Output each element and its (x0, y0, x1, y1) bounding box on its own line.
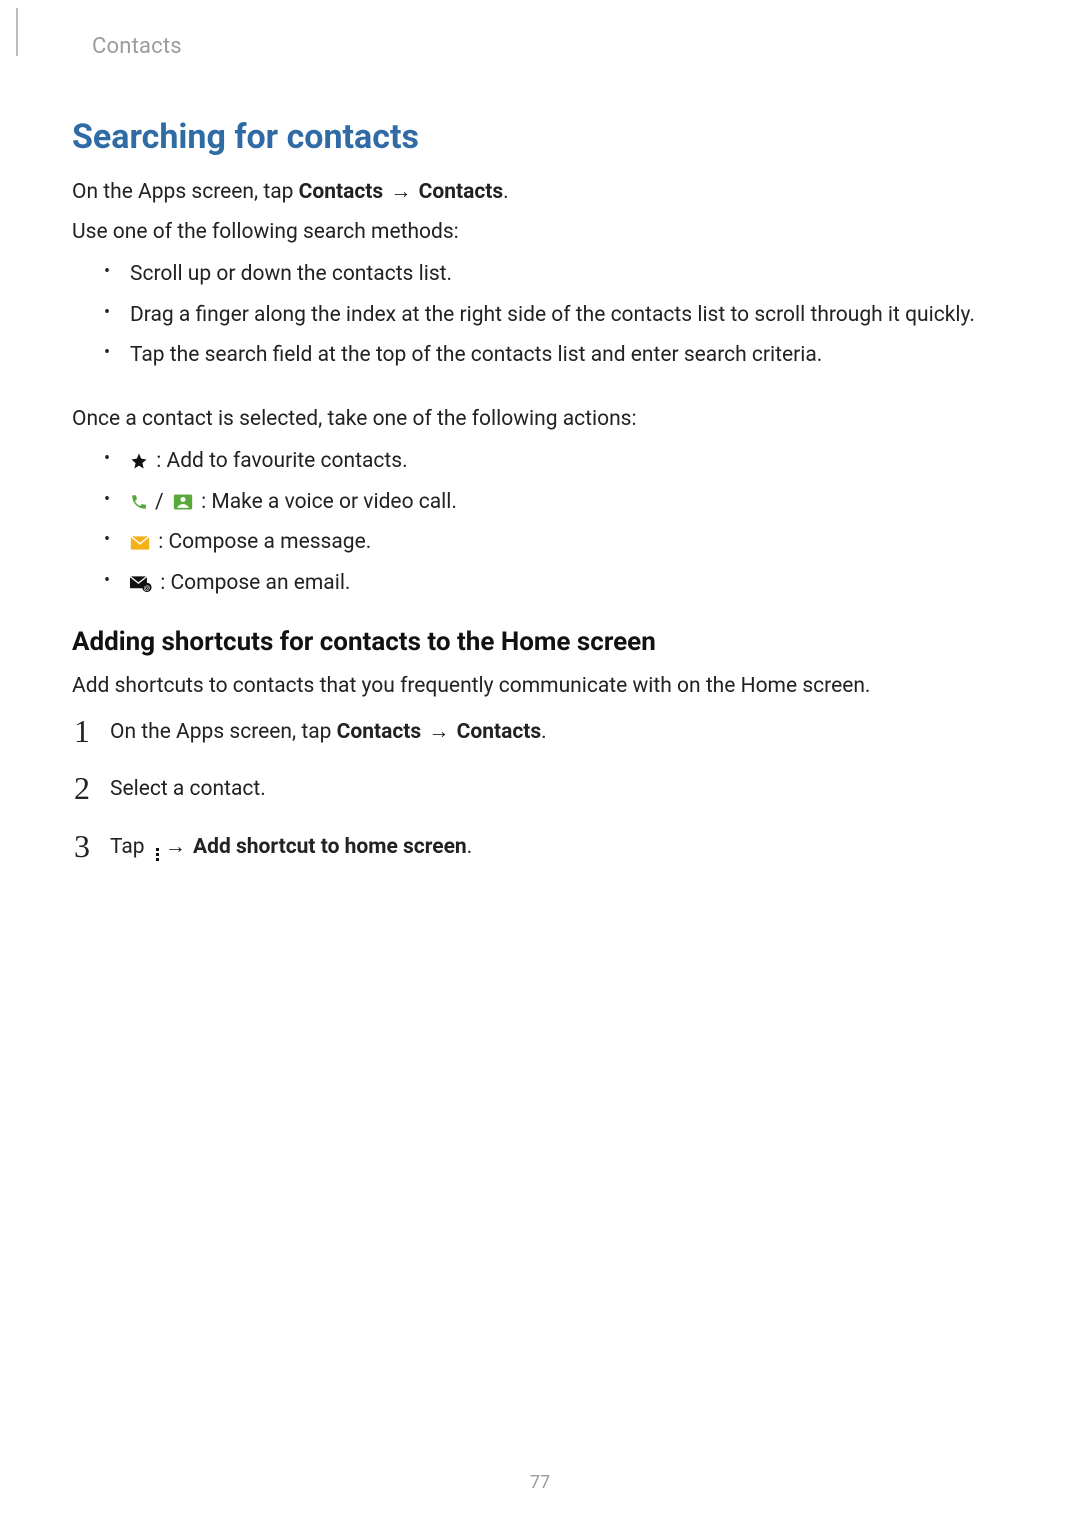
step3-post: . (467, 835, 473, 859)
action-message-text: : Compose a message. (153, 530, 371, 554)
step-1: 1 On the Apps screen, tap Contacts → Con… (74, 711, 1008, 749)
search-methods-intro: Use one of the following search methods: (72, 217, 1008, 249)
list-item-call: / : Make a voice or video call. (102, 486, 1008, 519)
star-icon (130, 452, 148, 470)
intro-line: On the Apps screen, tap Contacts → Conta… (72, 177, 1008, 209)
header-tick-mark (16, 8, 18, 56)
step-3: 3 Tap → Add shortcut to home screen. (74, 826, 1008, 864)
arrow-icon: → (385, 180, 416, 204)
step-number: 2 (74, 772, 110, 804)
actions-list: : Add to favourite contacts. / : Make a … (102, 445, 1008, 599)
intro-post: . (503, 180, 509, 204)
video-call-icon (173, 493, 193, 511)
intro-pre: On the Apps screen, tap (72, 180, 299, 204)
step1-nav2: Contacts (457, 720, 542, 744)
list-item: Tap the search field at the top of the c… (102, 339, 1008, 372)
step-2: 2 Select a contact. (74, 768, 1008, 806)
list-item: Scroll up or down the contacts list. (102, 258, 1008, 291)
action-favourite-text: : Add to favourite contacts. (151, 449, 408, 473)
step1-nav1: Contacts (337, 720, 422, 744)
arrow-icon: → (423, 720, 454, 744)
action-call-text: : Make a voice or video call. (196, 490, 457, 514)
list-item: Drag a finger along the index at the rig… (102, 299, 1008, 332)
subsection-title: Adding shortcuts for contacts to the Hom… (72, 627, 1008, 657)
email-icon: @ (130, 576, 152, 592)
actions-intro: Once a contact is selected, take one of … (72, 404, 1008, 436)
chapter-header: Contacts (92, 34, 1008, 59)
step-number: 3 (74, 830, 110, 862)
list-item-message: : Compose a message. (102, 526, 1008, 559)
search-methods-list: Scroll up or down the contacts list. Dra… (102, 258, 1008, 372)
arrow-icon: → (165, 835, 191, 859)
list-item-email: @ : Compose an email. (102, 567, 1008, 600)
phone-icon (130, 493, 148, 511)
subsection-intro: Add shortcuts to contacts that you frequ… (72, 671, 1008, 703)
page-number: 77 (0, 1472, 1080, 1493)
step1-pre: On the Apps screen, tap (110, 720, 337, 744)
intro-nav2: Contacts (419, 180, 504, 204)
step3-bold: Add shortcut to home screen (193, 835, 467, 859)
steps-list: 1 On the Apps screen, tap Contacts → Con… (74, 711, 1008, 864)
section-title: Searching for contacts (72, 117, 1008, 157)
separator: / (155, 490, 164, 514)
step2-text: Select a contact. (110, 773, 266, 806)
more-options-icon (156, 848, 159, 861)
step-number: 1 (74, 715, 110, 747)
list-item-favourite: : Add to favourite contacts. (102, 445, 1008, 478)
svg-text:@: @ (143, 585, 150, 592)
step3-pre: Tap (110, 835, 145, 859)
step1-post: . (541, 720, 547, 744)
intro-nav1: Contacts (299, 180, 384, 204)
action-email-text: : Compose an email. (155, 571, 350, 595)
message-icon (130, 535, 150, 551)
